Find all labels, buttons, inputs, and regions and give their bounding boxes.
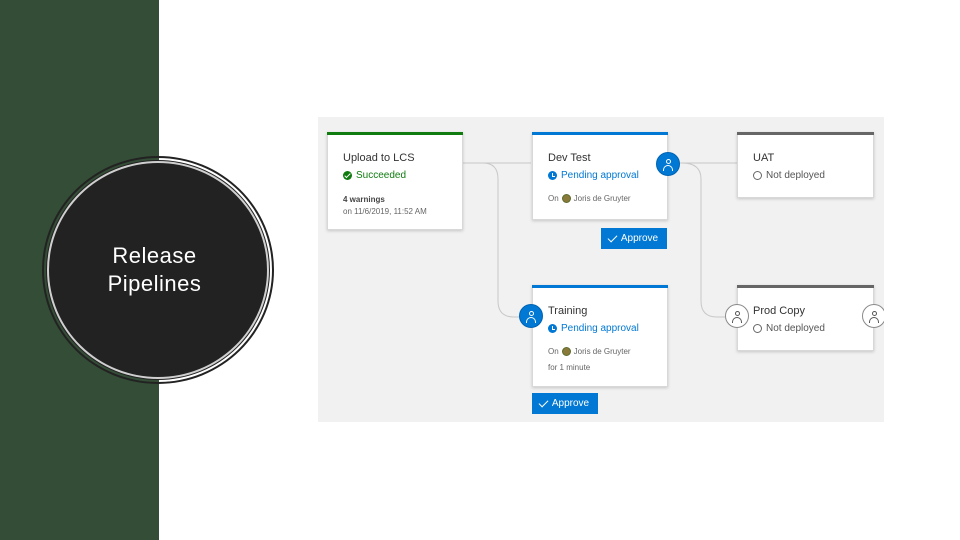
- person-icon: [869, 310, 879, 323]
- on-prefix: On: [548, 194, 559, 203]
- stage-status-label: Succeeded: [356, 170, 407, 181]
- connector-upload-training: [463, 162, 531, 318]
- avatar: [561, 194, 571, 203]
- user-name: Joris de Gruyter: [573, 194, 631, 203]
- stage-status: Pending approval: [548, 170, 639, 181]
- stage-card-training[interactable]: Training Pending approval On Joris de Gr…: [532, 285, 668, 387]
- person-icon: [526, 310, 536, 323]
- release-pipeline-canvas: Upload to LCS Succeeded 4 warnings on 11…: [318, 117, 884, 422]
- stage-status-bar: [532, 285, 668, 288]
- stage-card-dev-test[interactable]: Dev Test Pending approval On Joris de Gr…: [532, 132, 668, 220]
- stage-status: Not deployed: [753, 323, 825, 334]
- stage-card-uat[interactable]: UAT Not deployed: [737, 132, 874, 198]
- stage-name: Training: [548, 305, 588, 317]
- approve-button-training[interactable]: Approve: [532, 393, 598, 414]
- stage-status-label: Pending approval: [561, 170, 639, 181]
- empty-circle-icon: [753, 171, 762, 180]
- stage-status: Pending approval: [548, 323, 639, 334]
- person-icon: [732, 310, 742, 323]
- person-icon: [663, 158, 673, 171]
- approve-label: Approve: [551, 398, 590, 409]
- slide-title: Release Pipelines: [107, 243, 202, 296]
- approve-label: Approve: [620, 233, 659, 244]
- stage-status: Succeeded: [343, 170, 406, 181]
- pre-deployment-approver-prod-copy[interactable]: [725, 304, 749, 328]
- connector-devtest-prodcopy: [681, 162, 725, 318]
- stage-status-bar: [737, 285, 874, 288]
- pre-deployment-approver-dev-test[interactable]: [656, 152, 680, 176]
- user-name: Joris de Gruyter: [573, 347, 631, 356]
- stage-status-label: Not deployed: [766, 170, 825, 181]
- stage-status-bar: [737, 132, 874, 135]
- post-deployment-approver-prod-copy[interactable]: [862, 304, 884, 328]
- pre-deployment-approver-training[interactable]: [519, 304, 543, 328]
- stage-status: Not deployed: [753, 170, 825, 181]
- stage-status-bar: [327, 132, 463, 135]
- stage-status-bar: [532, 132, 668, 135]
- clock-icon: [548, 171, 557, 180]
- approve-button-dev-test[interactable]: Approve: [601, 228, 667, 249]
- stage-card-prod-copy[interactable]: Prod Copy Not deployed: [737, 285, 874, 351]
- stage-card-upload-to-lcs[interactable]: Upload to LCS Succeeded 4 warnings on 11…: [327, 132, 463, 230]
- stage-deployed-by: On Joris de Gruyter: [548, 194, 631, 203]
- slide: Release Pipelines Upload to LCS Succeede…: [0, 0, 960, 540]
- stage-name: UAT: [753, 152, 775, 164]
- check-circle-icon: [343, 171, 352, 180]
- stage-name: Dev Test: [548, 152, 591, 164]
- stage-name: Prod Copy: [753, 305, 805, 317]
- on-prefix: On: [548, 347, 559, 356]
- stage-duration: for 1 minute: [548, 363, 591, 372]
- empty-circle-icon: [753, 324, 762, 333]
- checkmark-icon: [538, 397, 549, 407]
- title-circle: Release Pipelines: [47, 161, 269, 379]
- stage-deployed-by: On Joris de Gruyter: [548, 347, 631, 356]
- stage-status-label: Pending approval: [561, 323, 639, 334]
- stage-timestamp: on 11/6/2019, 11:52 AM: [343, 207, 427, 216]
- checkmark-icon: [607, 232, 618, 242]
- avatar: [561, 347, 571, 356]
- stage-name: Upload to LCS: [343, 152, 415, 164]
- stage-warnings[interactable]: 4 warnings: [343, 195, 385, 204]
- clock-icon: [548, 324, 557, 333]
- stage-status-label: Not deployed: [766, 323, 825, 334]
